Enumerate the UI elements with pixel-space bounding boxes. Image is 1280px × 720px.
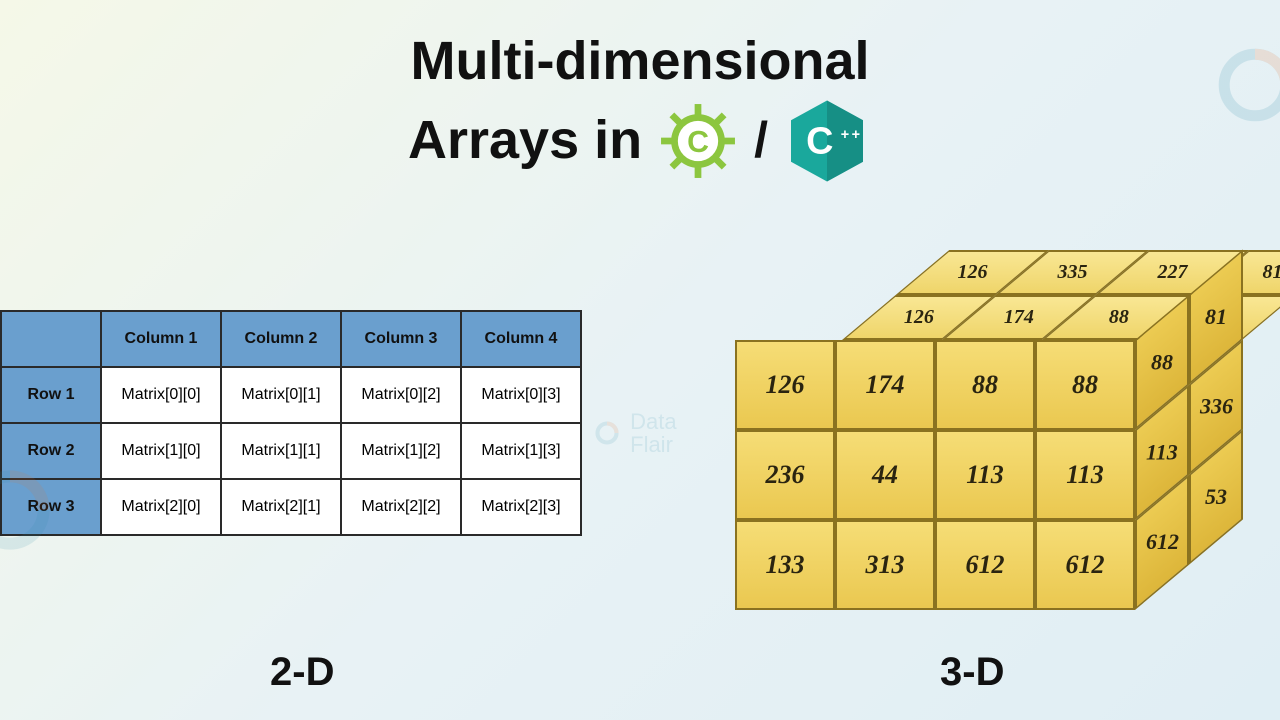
watermark-logo-icon [0,450,70,575]
svg-text:+: + [841,127,849,143]
cube-cell: 113 [935,430,1035,520]
cube-cell: 612 [1035,520,1135,610]
cube-cell: 126 [735,340,835,430]
slash: / [754,109,768,172]
table-cell: Matrix[1][3] [461,423,581,479]
table-row: Row 2 Matrix[1][0] Matrix[1][1] Matrix[1… [1,423,581,479]
watermark-logo-icon [1200,30,1280,145]
col-header: Column 3 [341,311,461,367]
cube-cell: 88 [935,340,1035,430]
cube-cell: 88 [1035,340,1135,430]
svg-text:C: C [687,125,709,158]
page-title: Multi-dimensional Arrays in C / [0,28,1280,186]
table-row: Row 1 Matrix[0][0] Matrix[0][1] Matrix[0… [1,367,581,423]
cube-cell: 113 [1035,430,1135,520]
table-cell: Matrix[1][2] [341,423,461,479]
title-line1: Multi-dimensional [0,28,1280,96]
table-cell: Matrix[2][2] [341,479,461,535]
table-cell: Matrix[2][0] [101,479,221,535]
cube-front-face: 126 174 88 88 236 44 113 113 133 313 612… [735,340,1135,610]
table-cell: Matrix[1][0] [101,423,221,479]
cpp-hex-icon: C + + [782,96,872,186]
svg-text:+: + [852,127,860,143]
watermark-text: DataFlair [590,410,677,456]
table-cell: Matrix[0][0] [101,367,221,423]
table-cell: Matrix[0][3] [461,367,581,423]
row-header: Row 1 [1,367,101,423]
table-cell: Matrix[2][1] [221,479,341,535]
table-cell: Matrix[0][1] [221,367,341,423]
col-header: Column 2 [221,311,341,367]
label-3d: 3-D [940,650,1004,695]
table-cell: Matrix[0][2] [341,367,461,423]
title-line2: Arrays in C / [408,96,872,186]
cube-cell: 174 [835,340,935,430]
label-2d: 2-D [270,650,334,695]
cube-cell: 236 [735,430,835,520]
cube-cell: 133 [735,520,835,610]
col-header: Column 1 [101,311,221,367]
table-corner [1,311,101,367]
col-header: Column 4 [461,311,581,367]
cube-cell: 44 [835,430,935,520]
table-cell: Matrix[2][3] [461,479,581,535]
table-cell: Matrix[1][1] [221,423,341,479]
table-row: Row 3 Matrix[2][0] Matrix[2][1] Matrix[2… [1,479,581,535]
cube-cell: 612 [935,520,1035,610]
matrix-2d-table: Column 1 Column 2 Column 3 Column 4 Row … [0,310,582,536]
cube-3d: 126 335 227 81 126 174 88 126 174 88 88 … [735,250,1275,650]
c-gear-icon: C [656,99,740,183]
cube-cell: 313 [835,520,935,610]
title-prefix: Arrays in [408,107,642,175]
svg-text:C: C [806,120,833,162]
